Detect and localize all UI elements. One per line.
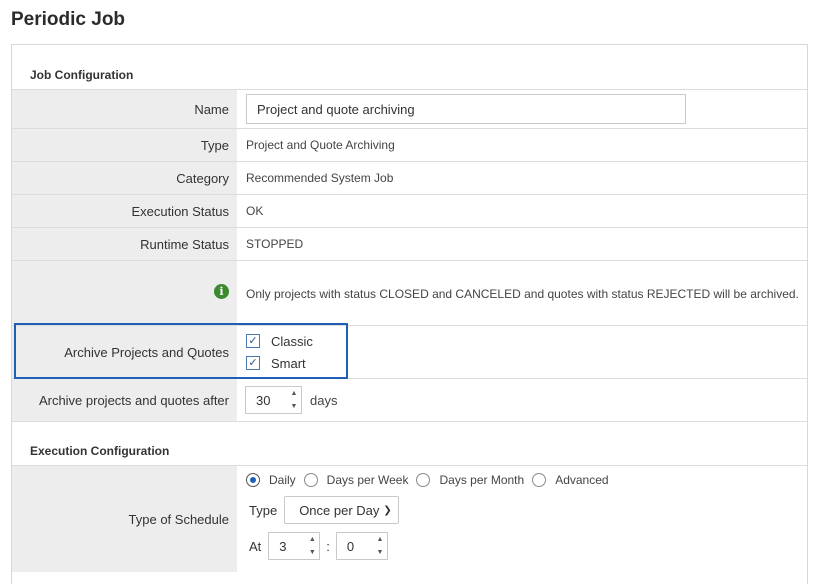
radio-daily[interactable]: Daily [246, 473, 296, 487]
smart-label: Smart [271, 355, 306, 371]
schedule-type-value: Once per Day [299, 502, 380, 518]
archive-after-label: Archive projects and quotes after [12, 379, 237, 421]
hour-value: 3 [279, 538, 287, 554]
schedule-radio-group: Daily Days per Week Days per Month Advan… [246, 473, 617, 487]
time-separator: : [326, 538, 330, 554]
name-input[interactable] [246, 94, 686, 124]
page-title: Periodic Job [11, 9, 126, 30]
radio-days-per-week-label: Days per Week [326, 473, 409, 487]
archive-after-row: Archive projects and quotes after 30 ▲ ▼ … [12, 379, 807, 422]
radio-days-per-month[interactable]: Days per Month [416, 473, 524, 487]
at-label: At [249, 538, 262, 554]
archive-days-stepper[interactable]: 30 ▲ ▼ [245, 386, 302, 414]
info-text: Only projects with status CLOSED and CAN… [246, 287, 799, 301]
schedule-type-select[interactable]: Once per Day ❯ [284, 496, 399, 524]
job-configuration-header: Job Configuration [12, 45, 807, 90]
radio-advanced-circle[interactable] [532, 473, 547, 487]
schedule-type-label: Type [249, 502, 278, 518]
hour-stepper[interactable]: 3 ▲ ▼ [268, 532, 321, 560]
radio-advanced-label: Advanced [555, 473, 609, 487]
hour-spin[interactable]: ▲ ▼ [308, 536, 316, 556]
radio-daily-label: Daily [269, 473, 296, 487]
archive-option-smart[interactable]: ✓ Smart [246, 352, 306, 374]
archive-label: Archive Projects and Quotes [12, 326, 237, 378]
execution-status-label: Execution Status [12, 195, 237, 227]
radio-days-per-week-circle[interactable] [303, 473, 318, 487]
runtime-status-label: Runtime Status [12, 228, 237, 260]
execution-status-value: OK [246, 204, 264, 218]
archive-days-value: 30 [256, 392, 271, 408]
info-row: i Only projects with status CLOSED and C… [12, 261, 807, 326]
name-label: Name [12, 90, 237, 128]
schedule-type-group: Type Once per Day ❯ [249, 496, 399, 524]
type-value: Project and Quote Archiving [246, 138, 395, 152]
archive-row: Archive Projects and Quotes ✓ Classic ✓ … [12, 326, 807, 379]
radio-days-per-month-label: Days per Month [439, 473, 525, 487]
schedule-row: Type of Schedule Daily Days per Week Day… [12, 466, 807, 586]
execution-status-row: Execution Status OK [12, 195, 807, 228]
minute-spin[interactable]: ▲ ▼ [376, 536, 384, 556]
archive-days-spin[interactable]: ▲ ▼ [290, 390, 298, 410]
info-icon: i [214, 284, 229, 299]
radio-advanced[interactable]: Advanced [532, 473, 609, 487]
type-label: Type [12, 129, 237, 161]
chevron-down-icon: ❯ [383, 504, 392, 516]
smart-checkbox[interactable]: ✓ [246, 356, 260, 370]
runtime-status-value: STOPPED [246, 237, 304, 251]
archive-option-classic[interactable]: ✓ Classic [246, 330, 313, 352]
days-unit: days [310, 392, 338, 408]
radio-days-per-week[interactable]: Days per Week [303, 473, 409, 487]
schedule-label: Type of Schedule [12, 466, 237, 572]
classic-checkbox[interactable]: ✓ [246, 334, 260, 348]
minute-value: 0 [346, 538, 355, 554]
category-label: Category [12, 162, 237, 194]
category-row: Category Recommended System Job [12, 162, 807, 195]
radio-daily-circle[interactable] [246, 473, 260, 487]
classic-label: Classic [271, 333, 313, 349]
job-panel: Job Configuration Name Type Project and … [11, 44, 808, 584]
schedule-time-group: At 3 ▲ ▼ : 0 ▲ ▼ [249, 532, 388, 560]
radio-days-per-month-circle[interactable] [416, 473, 431, 487]
type-row: Type Project and Quote Archiving [12, 129, 807, 162]
runtime-status-row: Runtime Status STOPPED [12, 228, 807, 261]
minute-stepper[interactable]: 0 ▲ ▼ [335, 532, 388, 560]
category-value: Recommended System Job [246, 171, 394, 185]
name-row: Name [12, 90, 807, 129]
execution-configuration-header: Execution Configuration [12, 422, 807, 466]
